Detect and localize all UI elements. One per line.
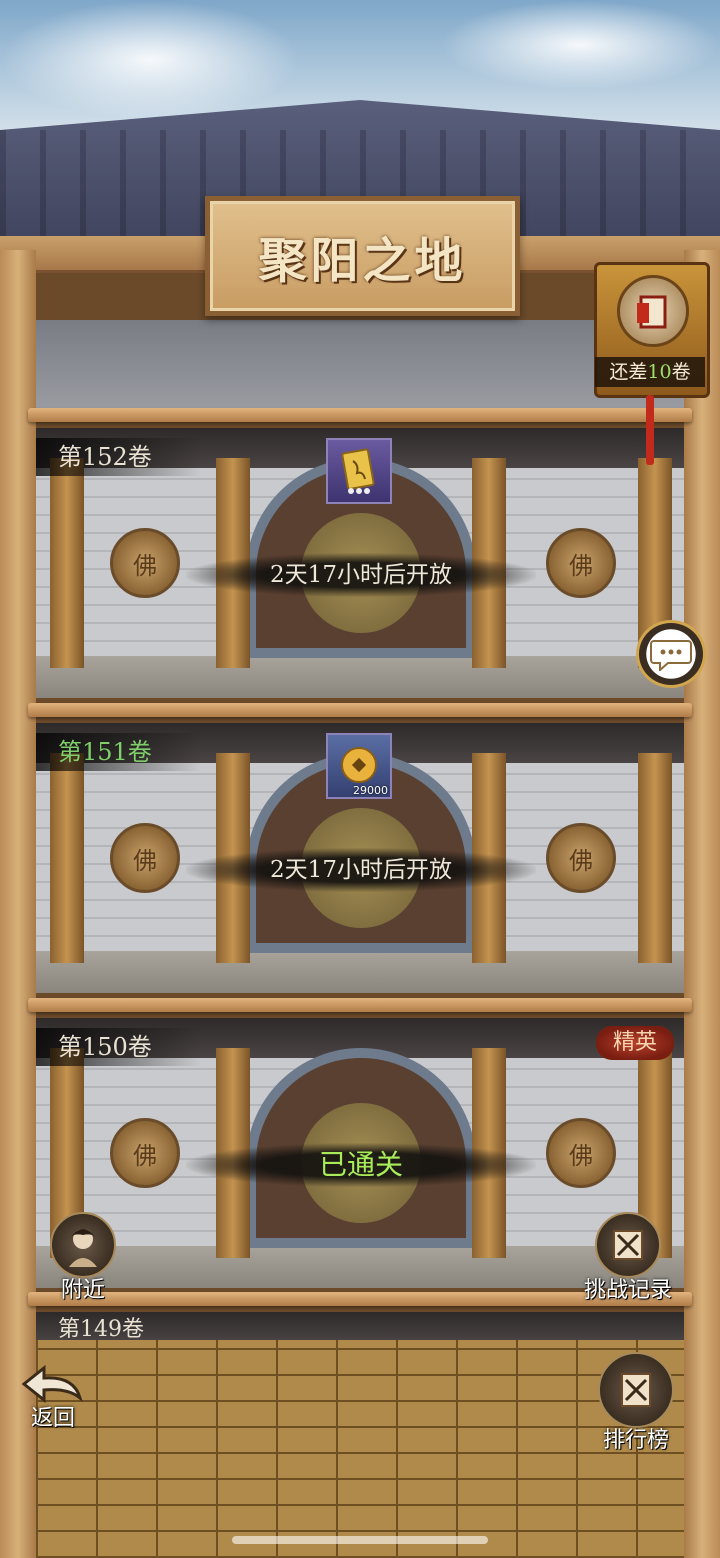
cloud [440,0,720,90]
ranking-button[interactable]: 排行榜 [598,1352,674,1454]
home-indicator[interactable] [232,1536,488,1544]
wall-medallion: 佛 [546,823,616,893]
wall-medallion: 佛 [110,528,180,598]
wall-medallion: 佛 [546,1118,616,1188]
remaining-volumes-text: 还差10卷 [595,357,705,387]
shelf-divider [28,998,692,1012]
room-status: 已通关 [186,1143,536,1187]
right-frame-post [684,250,720,1558]
volume-label: 第152卷 [36,438,202,476]
room-status: 2天17小时后开放 [186,848,536,892]
pillar [50,458,84,668]
volume-label: 第150卷 [36,1028,202,1066]
back-button[interactable]: 返回 [18,1362,88,1432]
page-title: 聚阳之地 [258,233,467,289]
challenge-log-button[interactable]: 挑战记录 [584,1212,672,1304]
reward-book-icon [617,275,689,347]
reward-slot[interactable]: 29000 [326,733,392,799]
challenge-log-label: 挑战记录 [584,1278,673,1303]
brick-wall [36,1340,684,1558]
crossed-swords-icon [595,1212,661,1278]
reward-slot[interactable] [326,438,392,504]
back-arrow-icon [21,1364,83,1404]
nearby-avatar-icon [50,1212,116,1278]
reward-quantity: 29000 [353,784,388,797]
room-floor [36,951,684,993]
room-volume-149-peek: 第149卷 [36,1312,684,1342]
room-floor [36,656,684,698]
chat-button[interactable] [636,620,706,688]
remaining-prefix: 还差 [609,361,648,383]
copper-coin-icon [341,747,377,783]
ranking-label: 排行榜 [602,1428,669,1453]
shelf-divider [28,703,692,717]
shelf-divider [28,408,692,422]
room-volume-152[interactable]: 佛 佛 第152卷 2天17小时后开放 [36,428,684,698]
wall-medallion: 佛 [546,528,616,598]
room-volume-151[interactable]: 佛 佛 第151卷 29000 2天17小时后开放 [36,723,684,993]
remaining-suffix: 卷 [671,361,691,383]
nearby-label: 附近 [60,1278,105,1303]
back-label: 返回 [30,1406,75,1431]
ranking-banner-icon [598,1352,674,1428]
room-partial-top [36,320,684,410]
progress-lantern[interactable]: 还差10卷 [594,262,710,398]
wall-medallion: 佛 [110,1118,180,1188]
title-plaque: 聚阳之地 [205,196,520,316]
pillar [638,753,672,963]
volume-label: 第151卷 [36,733,202,771]
cloud [0,0,300,120]
nearby-button[interactable]: 附近 [50,1212,116,1304]
elite-badge: 精英 [596,1026,674,1060]
pillar [50,753,84,963]
room-status: 2天17小时后开放 [186,553,536,597]
remaining-count: 10 [647,361,672,383]
lantern-tassel [646,395,654,465]
scroll-card-icon [341,448,375,494]
wall-medallion: 佛 [110,823,180,893]
chat-bubble-icon [650,640,692,671]
